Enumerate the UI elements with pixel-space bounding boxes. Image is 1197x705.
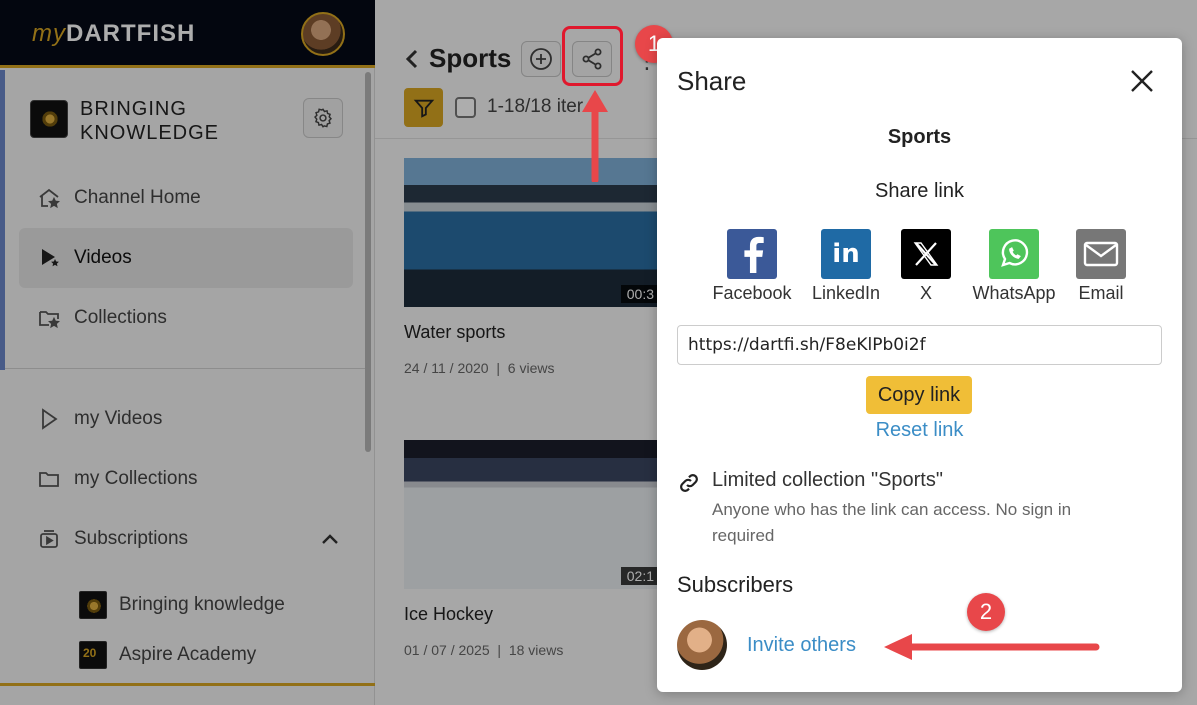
subscription-item[interactable]: 20 Aspire Academy — [79, 639, 256, 671]
arrow-left-annotation — [884, 634, 1100, 660]
channel-name: BRINGING KNOWLEDGE — [80, 98, 220, 144]
channel-logo — [30, 100, 68, 138]
filter-button[interactable] — [404, 88, 443, 127]
social-label: X — [919, 283, 932, 303]
sidebar-item-channel-home[interactable]: Channel Home — [19, 168, 353, 228]
page-title: Sports — [429, 43, 512, 73]
share-dialog: Share Sports Share link Facebook in Link… — [657, 38, 1182, 692]
share-button-highlight — [562, 26, 623, 86]
subscribers-heading: Subscribers — [677, 572, 794, 597]
collection-name: Sports — [887, 126, 952, 148]
subscription-item[interactable]: Bringing knowledge — [79, 589, 285, 621]
channel-thumbnail: 20 — [79, 641, 107, 669]
sidebar-item-label: Channel Home — [74, 187, 201, 208]
linkedin-icon: in — [821, 229, 871, 279]
access-level-title: Limited collection "Sports" — [712, 469, 943, 491]
user-avatar[interactable] — [301, 12, 345, 56]
video-title[interactable]: Ice Hockey — [404, 604, 493, 625]
share-link-input[interactable] — [677, 325, 1162, 365]
plus-circle-icon — [530, 48, 552, 70]
subscription-label: Aspire Academy — [119, 644, 257, 665]
social-label: Facebook — [712, 283, 792, 303]
sidebar-item-label: Subscriptions — [74, 528, 189, 549]
video-title[interactable]: Water sports — [404, 322, 505, 343]
filter-icon — [413, 99, 434, 118]
channel-thumbnail — [79, 591, 107, 619]
video-meta: 01 / 07 / 2025 | 18 views — [404, 642, 564, 658]
invite-others-link[interactable]: Invite others — [747, 634, 856, 657]
subscriptions-icon — [36, 526, 62, 552]
share-x-button[interactable]: X — [883, 229, 969, 304]
facebook-icon — [727, 229, 777, 279]
x-icon — [901, 229, 951, 279]
sidebar-item-subscriptions[interactable]: Subscriptions — [19, 509, 353, 569]
access-level-description: Anyone who has the link can access. No s… — [712, 500, 1072, 545]
video-thumbnail[interactable]: 00:3 — [404, 158, 660, 307]
video-meta: 24 / 11 / 2020 | 6 views — [404, 360, 555, 376]
reset-link[interactable]: Reset link — [657, 419, 1182, 442]
folder-outline-icon — [36, 466, 62, 492]
sidebar-item-my-videos[interactable]: my Videos — [19, 389, 353, 449]
arrow-up-annotation — [582, 90, 608, 182]
subscription-label: Bringing knowledge — [119, 594, 285, 615]
items-count: 1-18/18 iter — [487, 96, 584, 117]
play-star-icon — [36, 245, 62, 271]
select-all-checkbox[interactable] — [455, 97, 476, 118]
video-thumbnail[interactable]: 02:1 — [404, 440, 660, 589]
add-button[interactable] — [521, 41, 561, 77]
whatsapp-icon — [989, 229, 1039, 279]
share-whatsapp-button[interactable]: WhatsApp — [971, 229, 1057, 304]
dialog-title: Share — [677, 66, 747, 96]
sidebar-item-label: Collections — [74, 307, 167, 328]
back-chevron-icon[interactable] — [405, 48, 419, 75]
app-logo[interactable]: myDARTFISH — [32, 20, 195, 48]
sidebar-item-my-collections[interactable]: my Collections — [19, 449, 353, 509]
share-facebook-button[interactable]: Facebook — [709, 229, 795, 304]
share-email-button[interactable]: Email — [1058, 229, 1144, 304]
share-link-label: Share link — [875, 180, 964, 202]
sidebar-scrollbar[interactable] — [365, 72, 371, 452]
channel-settings-button[interactable] — [303, 98, 343, 138]
sidebar-item-collections[interactable]: Collections — [19, 288, 353, 348]
share-linkedin-button[interactable]: in LinkedIn — [803, 229, 889, 304]
top-bar: myDARTFISH — [0, 0, 375, 68]
play-outline-icon — [36, 406, 62, 432]
sidebar-bottom-accent — [0, 683, 375, 686]
copy-link-button[interactable]: Copy link — [866, 376, 972, 414]
social-label: WhatsApp — [972, 283, 1056, 303]
sidebar-divider — [5, 368, 365, 369]
folder-star-icon — [36, 305, 62, 331]
video-duration: 00:3 — [620, 285, 660, 303]
close-icon — [1131, 70, 1153, 92]
link-icon — [677, 471, 701, 500]
close-button[interactable] — [1127, 66, 1157, 96]
social-label: Email — [1078, 283, 1124, 303]
sidebar-accent — [0, 70, 5, 370]
sidebar-item-label: my Videos — [74, 408, 163, 429]
chevron-up-icon[interactable] — [320, 530, 340, 553]
gear-icon — [314, 108, 332, 128]
step-badge-2: 2 — [967, 593, 1005, 631]
social-label: LinkedIn — [811, 283, 881, 303]
home-star-icon — [36, 185, 62, 211]
envelope-icon — [1076, 229, 1126, 279]
subscriber-avatar — [677, 620, 727, 670]
sidebar-item-videos[interactable]: Videos — [19, 228, 353, 288]
sidebar-item-label: Videos — [74, 247, 132, 268]
sidebar-item-label: my Collections — [74, 468, 198, 489]
sidebar: myDARTFISH BRINGING KNOWLEDGE Channel Ho… — [0, 0, 375, 705]
video-duration: 02:1 — [620, 567, 660, 585]
